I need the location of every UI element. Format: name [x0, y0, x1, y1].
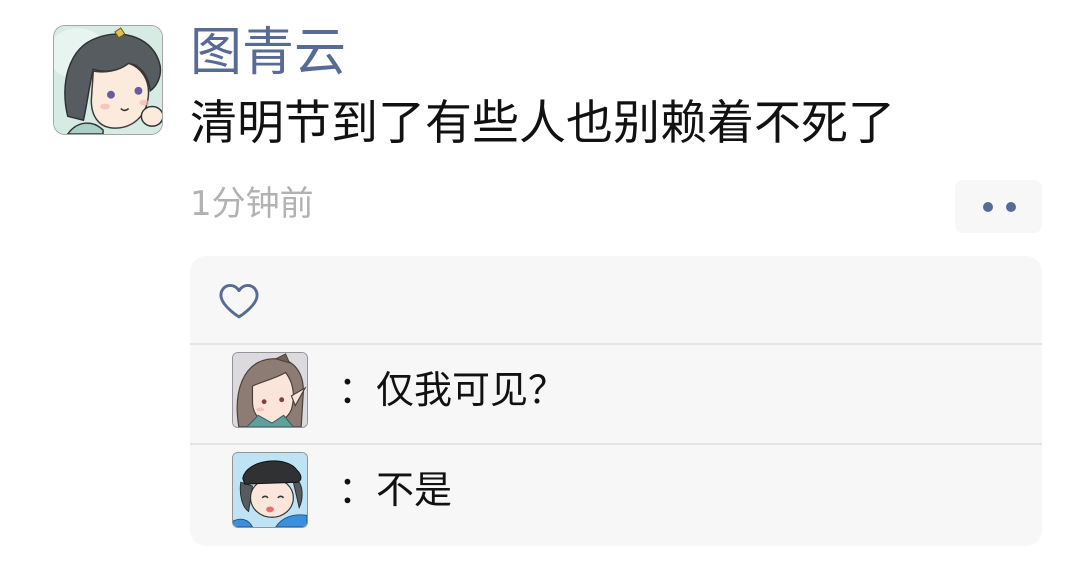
- commenter-avatar[interactable]: [232, 452, 308, 528]
- heart-icon: [219, 283, 259, 319]
- interaction-panel: ：仅我可见？ ：不是: [190, 256, 1042, 546]
- comment-text: ：不是: [338, 468, 453, 512]
- likes-row: [190, 256, 1042, 343]
- author-name[interactable]: 图青云: [190, 22, 346, 84]
- avatar-illustration: [233, 353, 307, 427]
- post-text: 清明节到了有些人也别赖着不死了: [190, 96, 895, 151]
- comment-text: ：仅我可见？: [338, 368, 567, 412]
- comment-item[interactable]: ：仅我可见？: [190, 345, 1042, 443]
- dot: [983, 202, 993, 212]
- avatar-illustration: [54, 26, 162, 134]
- comment-item[interactable]: ：不是: [190, 445, 1042, 543]
- avatar-illustration: [233, 453, 307, 527]
- author-avatar[interactable]: [53, 25, 163, 135]
- commenter-avatar[interactable]: [232, 352, 308, 428]
- more-options-button[interactable]: [955, 180, 1042, 233]
- dot: [1006, 202, 1016, 212]
- more-dots-icon: [955, 180, 1042, 233]
- post-timestamp: 1分钟前: [190, 184, 314, 224]
